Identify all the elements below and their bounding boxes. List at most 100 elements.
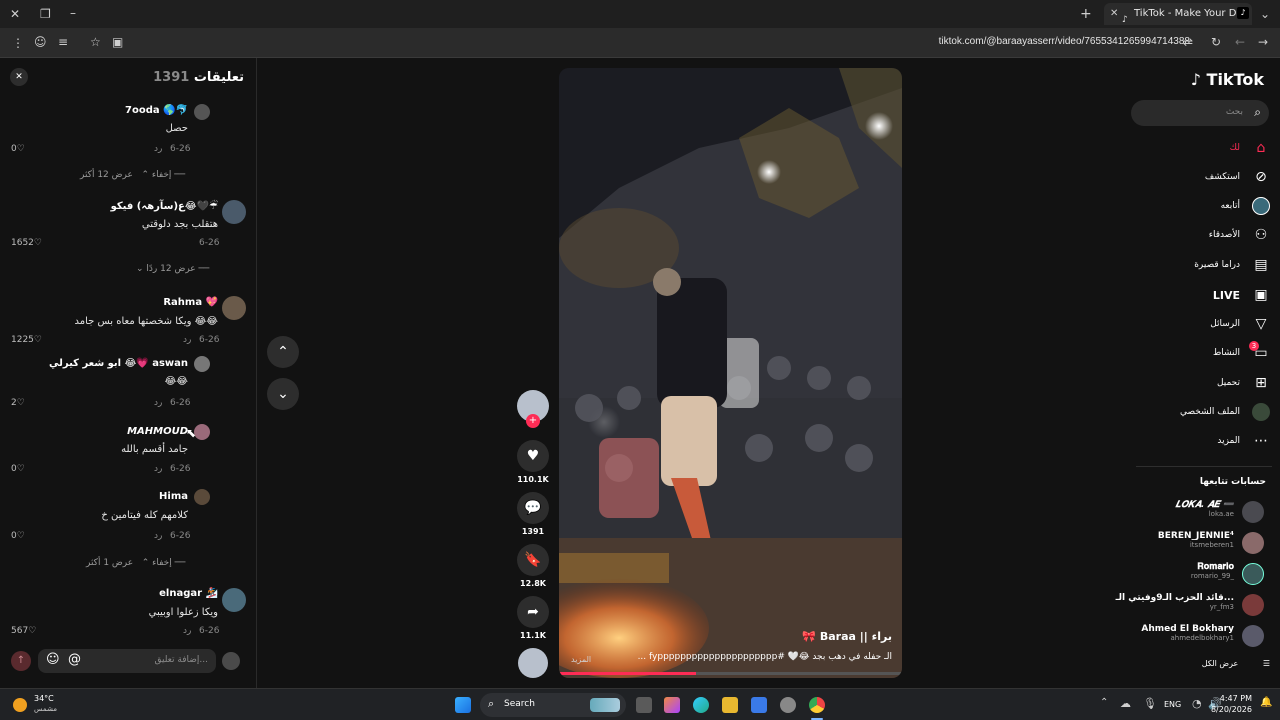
account-avatar[interactable]: [1242, 625, 1264, 647]
tray-chevron-icon[interactable]: ⌃: [1100, 698, 1108, 708]
show-all-following[interactable]: عرض الكل ☰: [1202, 659, 1270, 668]
following-account[interactable]: Ahmed El Bokhary ahmedelbokhary1: [1141, 624, 1234, 642]
close-window-icon[interactable]: ✕: [10, 8, 20, 20]
video-progress-track[interactable]: [559, 672, 902, 675]
user-avatar[interactable]: [222, 652, 240, 670]
comment-like[interactable]: 1652♡: [11, 238, 42, 248]
close-comments-button[interactable]: ✕: [10, 68, 28, 86]
creator-avatar-group[interactable]: +: [516, 390, 550, 428]
tab-close-icon[interactable]: ✕: [1110, 9, 1118, 19]
comment-like[interactable]: 0♡: [11, 531, 25, 541]
view-replies[interactable]: ⌄ عرض 12 ردًا ──: [136, 264, 209, 274]
emoji-icon[interactable]: ☺: [46, 652, 60, 667]
reply-link[interactable]: رد: [183, 335, 191, 345]
avatar[interactable]: [222, 588, 246, 612]
windows-start-icon[interactable]: [455, 697, 471, 713]
previous-video-button[interactable]: ⌃: [267, 336, 299, 368]
avatar[interactable]: [194, 356, 210, 372]
browser-tab[interactable]: ✕ ♪ TikTok - Make Your Day: [1104, 3, 1252, 25]
widgets-icon[interactable]: [664, 697, 680, 713]
reply-link[interactable]: رد: [154, 464, 162, 474]
show-more[interactable]: عرض 12 أكثر: [80, 170, 133, 180]
following-account[interactable]: 𝐑𝐨𝐦𝐚𝐫𝐢𝐨 romario_99_: [1191, 562, 1234, 580]
following-account[interactable]: 𝑳𝑶𝑲𝑨. 𝑨𝑬 ➖ loka.ae: [1175, 500, 1234, 518]
back-icon[interactable]: ←: [1235, 36, 1245, 48]
nav-drama[interactable]: ▤ دراما قصيرة: [1194, 256, 1270, 274]
url-text[interactable]: tiktok.com/@baraayasserr/video/765534126…: [939, 36, 1190, 47]
site-settings-icon[interactable]: ⇌: [1183, 36, 1193, 48]
chrome-icon[interactable]: [809, 697, 825, 713]
nav-following[interactable]: أتابعه: [1221, 197, 1270, 215]
mention-icon[interactable]: @: [68, 652, 81, 667]
nav-for-you[interactable]: ⌂ لك: [1230, 139, 1270, 157]
view-more-replies[interactable]: إخفاء ⌃ عرض 12 أكثر ──: [80, 170, 185, 180]
nav-activity[interactable]: ▭ 3 النشاط: [1213, 341, 1270, 362]
hide-replies[interactable]: إخفاء: [152, 170, 172, 180]
search-input[interactable]: ⌕ بحث: [1131, 100, 1269, 126]
extension-icon[interactable]: ▣: [112, 36, 123, 48]
avatar[interactable]: [194, 489, 210, 505]
music-disc-avatar[interactable]: [518, 648, 548, 678]
reply-link[interactable]: رد: [183, 626, 191, 636]
reload-icon[interactable]: ↻: [1211, 36, 1221, 48]
comment-author[interactable]: Hima: [159, 491, 188, 502]
reply-link[interactable]: رد: [154, 398, 162, 408]
notifications-icon[interactable]: 🔔: [1260, 698, 1272, 708]
following-account[interactable]: قائد الحزب الـ9وفيتي الـ... yr_fm3: [1116, 593, 1234, 611]
view-more-replies[interactable]: إخفاء ⌃ عرض 1 أكثر ──: [86, 558, 185, 568]
comment-like[interactable]: 0♡: [11, 144, 25, 154]
tab-search-icon[interactable]: ⌄: [1260, 8, 1270, 20]
tiktok-tab-icon[interactable]: ♪: [1237, 7, 1249, 19]
show-replies[interactable]: عرض 12 ردًا: [146, 264, 195, 274]
show-more[interactable]: عرض 1 أكثر: [86, 558, 133, 568]
nav-more[interactable]: ⋯ المزيد: [1217, 432, 1270, 450]
nav-friends[interactable]: ⚇ الأصدقاء: [1209, 226, 1270, 244]
reply-link[interactable]: رد: [154, 144, 162, 154]
clock-time[interactable]: 4:47 PM: [1220, 694, 1252, 703]
comment-like[interactable]: 0♡: [11, 464, 25, 474]
microphone-icon[interactable]: 🎙: [1143, 698, 1157, 709]
following-account[interactable]: BEREN_JENNIE⁴ itsmeberen1: [1158, 531, 1234, 549]
send-button[interactable]: ↑: [11, 651, 31, 671]
nav-live[interactable]: ▣ LIVE: [1213, 286, 1270, 304]
heart-icon[interactable]: ♥: [517, 440, 549, 472]
weather-icon[interactable]: [13, 698, 27, 712]
store-icon[interactable]: [751, 697, 767, 713]
save-action[interactable]: 🔖 12.8K: [516, 544, 550, 588]
restore-window-icon[interactable]: ❐: [40, 8, 51, 20]
account-avatar[interactable]: [1242, 563, 1264, 585]
nav-profile[interactable]: الملف الشخصي: [1180, 403, 1270, 421]
onedrive-icon[interactable]: ☁: [1120, 698, 1131, 709]
clock-date[interactable]: 8/20/2026: [1211, 705, 1252, 714]
settings-icon[interactable]: [780, 697, 796, 713]
comment-action[interactable]: 💬 1391: [516, 492, 550, 536]
nav-messages[interactable]: ▽ الرسائل: [1210, 315, 1270, 333]
avatar[interactable]: [222, 296, 246, 320]
weather-temp[interactable]: 34°C: [34, 694, 54, 703]
wifi-icon[interactable]: ◔: [1192, 698, 1202, 709]
share-arrow-icon[interactable]: ➦: [517, 596, 549, 628]
nav-upload[interactable]: ⊞ تحميل: [1217, 374, 1270, 392]
comment-like[interactable]: 2♡: [11, 398, 25, 408]
reading-list-icon[interactable]: ≡: [58, 36, 68, 48]
next-video-button[interactable]: ⌄: [267, 378, 299, 410]
avatar[interactable]: [194, 424, 210, 440]
search-icon[interactable]: ⌕: [1254, 105, 1261, 120]
comment-author[interactable]: ع(سآرهہ) فيكو😂🖤☔: [111, 201, 218, 212]
profile-icon-browser[interactable]: ☺: [34, 36, 47, 48]
comment-author[interactable]: 𝙈𝘼𝙃𝙈𝙊𝙐𝘿: [127, 426, 188, 437]
account-avatar[interactable]: [1242, 501, 1264, 523]
nav-explore[interactable]: ⊘ استكشف: [1205, 168, 1270, 186]
language-indicator[interactable]: ENG: [1164, 700, 1181, 709]
caption-more-link[interactable]: المزيد: [571, 655, 591, 664]
avatar[interactable]: [222, 200, 246, 224]
menu-dots-icon[interactable]: ⋮: [12, 37, 24, 49]
reply-link[interactable]: رد: [154, 531, 162, 541]
hide-replies[interactable]: إخفاء: [152, 558, 172, 568]
follow-plus-icon[interactable]: +: [526, 414, 540, 428]
forward-icon[interactable]: →: [1258, 36, 1268, 48]
like-action[interactable]: ♥ 110.1K: [516, 440, 550, 484]
comment-bubble-icon[interactable]: 💬: [517, 492, 549, 524]
account-avatar[interactable]: [1242, 594, 1264, 616]
new-tab-button[interactable]: +: [1080, 7, 1092, 21]
